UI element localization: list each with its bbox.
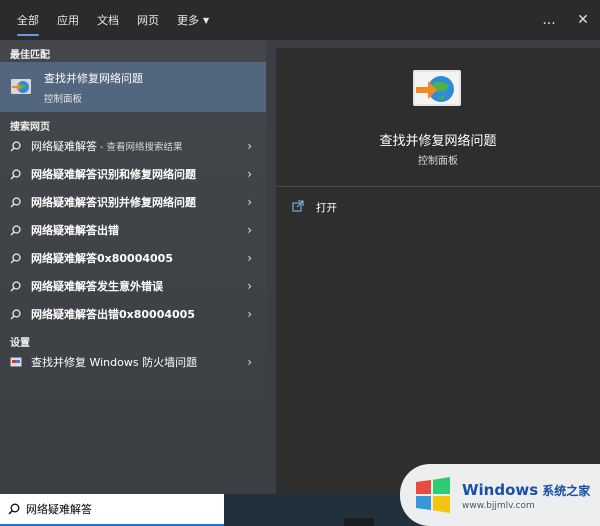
search-icon — [10, 196, 24, 208]
open-button[interactable]: 打开 — [292, 200, 337, 215]
tab-all-label: 全部 — [17, 14, 39, 27]
taskbar-item[interactable] — [344, 518, 374, 526]
web-result-item[interactable]: 网络疑难解答发生意外错误 › — [0, 272, 266, 300]
search-filter-bar: 全部 应用 文档 网页 更多 ▼ ... ✕ — [0, 0, 600, 40]
web-search-heading: 搜索网页 — [10, 122, 50, 133]
tab-documents-label: 文档 — [97, 14, 119, 27]
preview-subtitle: 控制面板 — [418, 156, 458, 167]
preview-panel: 查找并修复网络问题 控制面板 打开 — [276, 48, 600, 494]
web-result-item[interactable]: 网络疑难解答识别和修复网络问题 › — [0, 160, 266, 188]
tab-web[interactable]: 网页 — [128, 0, 168, 40]
open-icon — [292, 200, 304, 215]
preview-title: 查找并修复网络问题 — [379, 134, 497, 149]
close-icon: ✕ — [577, 12, 589, 28]
tab-all[interactable]: 全部 — [8, 0, 48, 40]
web-result-label: 网络疑难解答出错 — [31, 224, 119, 237]
chevron-right-icon[interactable]: › — [247, 167, 252, 181]
tab-more-label: 更多 — [177, 14, 199, 27]
settings-result-label: 查找并修复 Windows 防火墙问题 — [31, 356, 198, 369]
watermark-url: www.bjjmlv.com — [462, 500, 535, 511]
best-match-subtitle: 控制面板 — [44, 93, 83, 105]
search-icon — [10, 140, 24, 152]
chevron-right-icon[interactable]: › — [247, 251, 252, 265]
web-result-label: 网络疑难解答识别并修复网络问题 — [31, 196, 196, 209]
network-troubleshoot-icon — [413, 70, 461, 106]
web-result-item[interactable]: 网络疑难解答出错0x80004005 › — [0, 300, 266, 328]
chevron-right-icon[interactable]: › — [247, 195, 252, 209]
close-button[interactable]: ✕ — [566, 0, 600, 40]
search-icon — [10, 308, 24, 320]
web-result-label: 网络疑难解答识别和修复网络问题 — [31, 168, 196, 181]
tab-apps[interactable]: 应用 — [48, 0, 88, 40]
search-icon — [10, 252, 24, 264]
search-icon — [10, 168, 24, 180]
web-result-item[interactable]: 网络疑难解答0x80004005 › — [0, 244, 266, 272]
tab-apps-label: 应用 — [57, 14, 79, 27]
preview-divider — [276, 186, 600, 187]
search-input[interactable] — [26, 502, 206, 516]
watermark-brand-suffix: 系统之家 — [542, 483, 591, 498]
network-troubleshoot-icon — [11, 79, 31, 94]
chevron-right-icon[interactable]: › — [247, 279, 252, 293]
tab-documents[interactable]: 文档 — [88, 0, 128, 40]
chevron-down-icon: ▼ — [203, 15, 210, 25]
web-result-label: 网络疑难解答0x80004005 — [31, 252, 173, 265]
web-result-label: 网络疑难解答发生意外错误 — [31, 280, 163, 293]
search-icon — [8, 503, 20, 515]
search-icon — [10, 280, 24, 292]
settings-heading: 设置 — [10, 338, 30, 349]
chevron-right-icon[interactable]: › — [247, 307, 252, 321]
search-box[interactable] — [0, 494, 224, 526]
settings-result-item[interactable]: 查找并修复 Windows 防火墙问题 › — [0, 348, 266, 376]
firewall-settings-icon — [10, 356, 24, 368]
web-result-label: 网络疑难解答 — [31, 140, 97, 153]
open-label: 打开 — [316, 202, 337, 214]
search-icon — [10, 224, 24, 236]
watermark: Windows 系统之家 www.bjjmlv.com — [400, 464, 600, 526]
best-match-item[interactable]: 查找并修复网络问题 控制面板 — [0, 62, 266, 112]
chevron-right-icon[interactable]: › — [247, 355, 252, 369]
results-panel: 最佳匹配 查找并修复网络问题 控制面板 搜索网页 网络疑难解答 - 查看网络搜索… — [0, 40, 266, 494]
chevron-right-icon[interactable]: › — [247, 223, 252, 237]
best-match-heading: 最佳匹配 — [10, 50, 50, 61]
best-match-title: 查找并修复网络问题 — [44, 71, 143, 85]
web-result-label: 网络疑难解答出错0x80004005 — [31, 308, 195, 321]
web-result-item[interactable]: 网络疑难解答 - 查看网络搜索结果 › — [0, 132, 266, 160]
chevron-right-icon[interactable]: › — [247, 139, 252, 153]
windows-logo-icon — [416, 477, 450, 513]
web-result-item[interactable]: 网络疑难解答识别并修复网络问题 › — [0, 188, 266, 216]
tab-more[interactable]: 更多 ▼ — [168, 0, 218, 40]
more-options-button[interactable]: ... — [532, 0, 566, 40]
web-result-item[interactable]: 网络疑难解答出错 › — [0, 216, 266, 244]
tab-web-label: 网页 — [137, 14, 159, 27]
web-result-hint: - 查看网络搜索结果 — [97, 142, 183, 153]
ellipsis-icon: ... — [542, 12, 556, 28]
watermark-brand: Windows — [462, 480, 539, 499]
